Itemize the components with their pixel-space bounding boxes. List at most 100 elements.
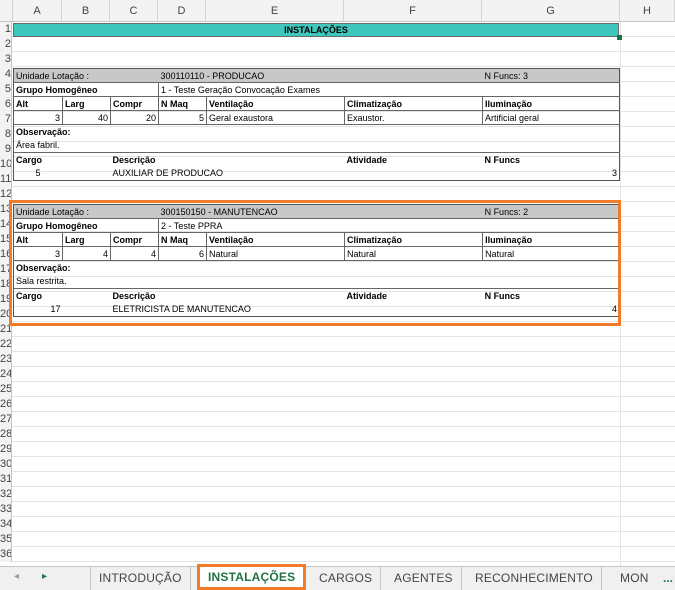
nmaq-header: N Maq (158, 96, 207, 111)
row-header[interactable]: 13 (0, 202, 12, 217)
row-header[interactable]: 31 (0, 472, 12, 487)
row-header[interactable]: 8 (0, 127, 12, 142)
row-header[interactable]: 27 (0, 412, 12, 427)
row-header[interactable]: 17 (0, 262, 12, 277)
nmaq-value: 5 (158, 110, 207, 125)
descricao-header: Descrição (112, 154, 156, 165)
row-header[interactable]: 24 (0, 367, 12, 382)
gridline (12, 516, 675, 517)
gridline (12, 426, 675, 427)
row-header[interactable]: 32 (0, 487, 12, 502)
row-header[interactable]: 30 (0, 457, 12, 472)
row-header[interactable]: 11 (0, 172, 12, 187)
row-header[interactable]: 26 (0, 397, 12, 412)
column-header-a[interactable]: A (13, 0, 62, 22)
atividade-header: Atividade (346, 154, 388, 165)
unidade-value: 300150150 - MANUTENCAO (158, 204, 483, 219)
observacao-text: Sala restrita. (13, 274, 620, 289)
unidade-label: Unidade Lotação : (13, 204, 159, 219)
row-header[interactable]: 3 (0, 52, 12, 67)
row-header[interactable]: 2 (0, 37, 12, 52)
observacao-text: Área fabril. (13, 138, 620, 153)
sheet-title: INSTALAÇÕES (13, 23, 619, 37)
select-all-corner[interactable] (0, 0, 13, 22)
row-header[interactable]: 6 (0, 97, 12, 112)
tab-cargos[interactable]: CARGOS (311, 567, 382, 590)
spreadsheet-grid[interactable]: A B C D E F G H 1 2 3 4 5 6 7 8 9 10 11 12 13 14 15 16 1… (0, 0, 675, 566)
climatizacao-value: Natural (344, 246, 483, 261)
row-header[interactable]: 20 (0, 307, 12, 322)
sheet-tab-bar: ◂ ▸ INTRODUÇÃO INSTALAÇÕES CARGOS AGENTE… (0, 564, 675, 590)
nfuncs-col-header: N Funcs (484, 290, 521, 301)
unidade-label: Unidade Lotação : (13, 68, 159, 83)
nfuncs-value: 4 (612, 304, 618, 315)
tab-scroll-right-icon[interactable]: ▸ (42, 571, 47, 582)
row-header[interactable]: 33 (0, 502, 12, 517)
column-header-e[interactable]: E (206, 0, 344, 22)
tab-mon[interactable]: MON (612, 567, 657, 590)
row-header[interactable]: 18 (0, 277, 12, 292)
compr-header: Compr (109, 96, 159, 111)
row-header[interactable]: 5 (0, 82, 12, 97)
row-header[interactable]: 15 (0, 232, 12, 247)
gridline (12, 186, 675, 187)
row-header[interactable]: 14 (0, 217, 12, 232)
nmaq-header: N Maq (158, 232, 207, 247)
row-header[interactable]: 28 (0, 427, 12, 442)
gridline (12, 351, 675, 352)
column-header-b[interactable]: B (62, 0, 110, 22)
column-header-f[interactable]: F (344, 0, 482, 22)
tab-agentes[interactable]: AGENTES (386, 567, 462, 590)
column-header-h[interactable]: H (620, 0, 675, 22)
row-header[interactable]: 9 (0, 142, 12, 157)
gridline (12, 321, 675, 322)
gridline (12, 441, 675, 442)
climatizacao-header: Climatização (344, 96, 483, 111)
gridline (12, 456, 675, 457)
column-header-c[interactable]: C (110, 0, 158, 22)
tab-reconhecimento[interactable]: RECONHECIMENTO (467, 567, 602, 590)
atividade-value (345, 167, 483, 181)
row-header[interactable]: 1 (0, 22, 12, 37)
row-header[interactable]: 23 (0, 352, 12, 367)
observacao-label: Observação: (16, 126, 71, 137)
nmaq-value: 6 (158, 246, 207, 261)
observacao-label: Observação: (16, 262, 71, 273)
row-header[interactable]: 21 (0, 322, 12, 337)
larg-header: Larg (62, 232, 111, 247)
nfuncs-value: 3 (612, 168, 618, 179)
gridline (12, 66, 675, 67)
gridline (12, 396, 675, 397)
tab-instalacoes[interactable]: INSTALAÇÕES (197, 564, 307, 590)
row-header[interactable]: 4 (0, 67, 12, 82)
column-header-d[interactable]: D (158, 0, 206, 22)
compr-value: 4 (109, 246, 159, 261)
row-header[interactable]: 34 (0, 517, 12, 532)
row-header[interactable]: 25 (0, 382, 12, 397)
column-header-g[interactable]: G (482, 0, 620, 22)
row-header[interactable]: 35 (0, 532, 12, 547)
row-header[interactable]: 7 (0, 112, 12, 127)
gridline (12, 531, 675, 532)
row-header[interactable]: 16 (0, 247, 12, 262)
gridline (12, 561, 675, 562)
iluminacao-value: Natural (482, 246, 620, 261)
row-header[interactable]: 36 (0, 547, 12, 562)
grupo-value: 2 - Teste PPRA (158, 218, 620, 233)
unidade-value: 300110110 - PRODUCAO (158, 68, 483, 83)
grupo-label: Grupo Homogêneo (13, 82, 159, 97)
fill-handle[interactable] (617, 35, 622, 40)
row-header[interactable]: 22 (0, 337, 12, 352)
alt-header: Alt (13, 96, 63, 111)
tab-scroll-left-icon[interactable]: ◂ (14, 571, 19, 582)
more-tabs-button[interactable]: ... (660, 567, 673, 589)
row-header[interactable]: 10 (0, 157, 12, 172)
row-header[interactable]: 29 (0, 442, 12, 457)
gridline (12, 381, 675, 382)
row-header[interactable]: 12 (0, 187, 12, 202)
installation-block-1: Unidade Lotação : 300110110 - PRODUCAO N… (13, 68, 621, 181)
row-header[interactable]: 19 (0, 292, 12, 307)
iluminacao-header: Iluminação (482, 232, 620, 247)
tab-introducao[interactable]: INTRODUÇÃO (90, 567, 191, 590)
alt-value: 3 (13, 246, 63, 261)
